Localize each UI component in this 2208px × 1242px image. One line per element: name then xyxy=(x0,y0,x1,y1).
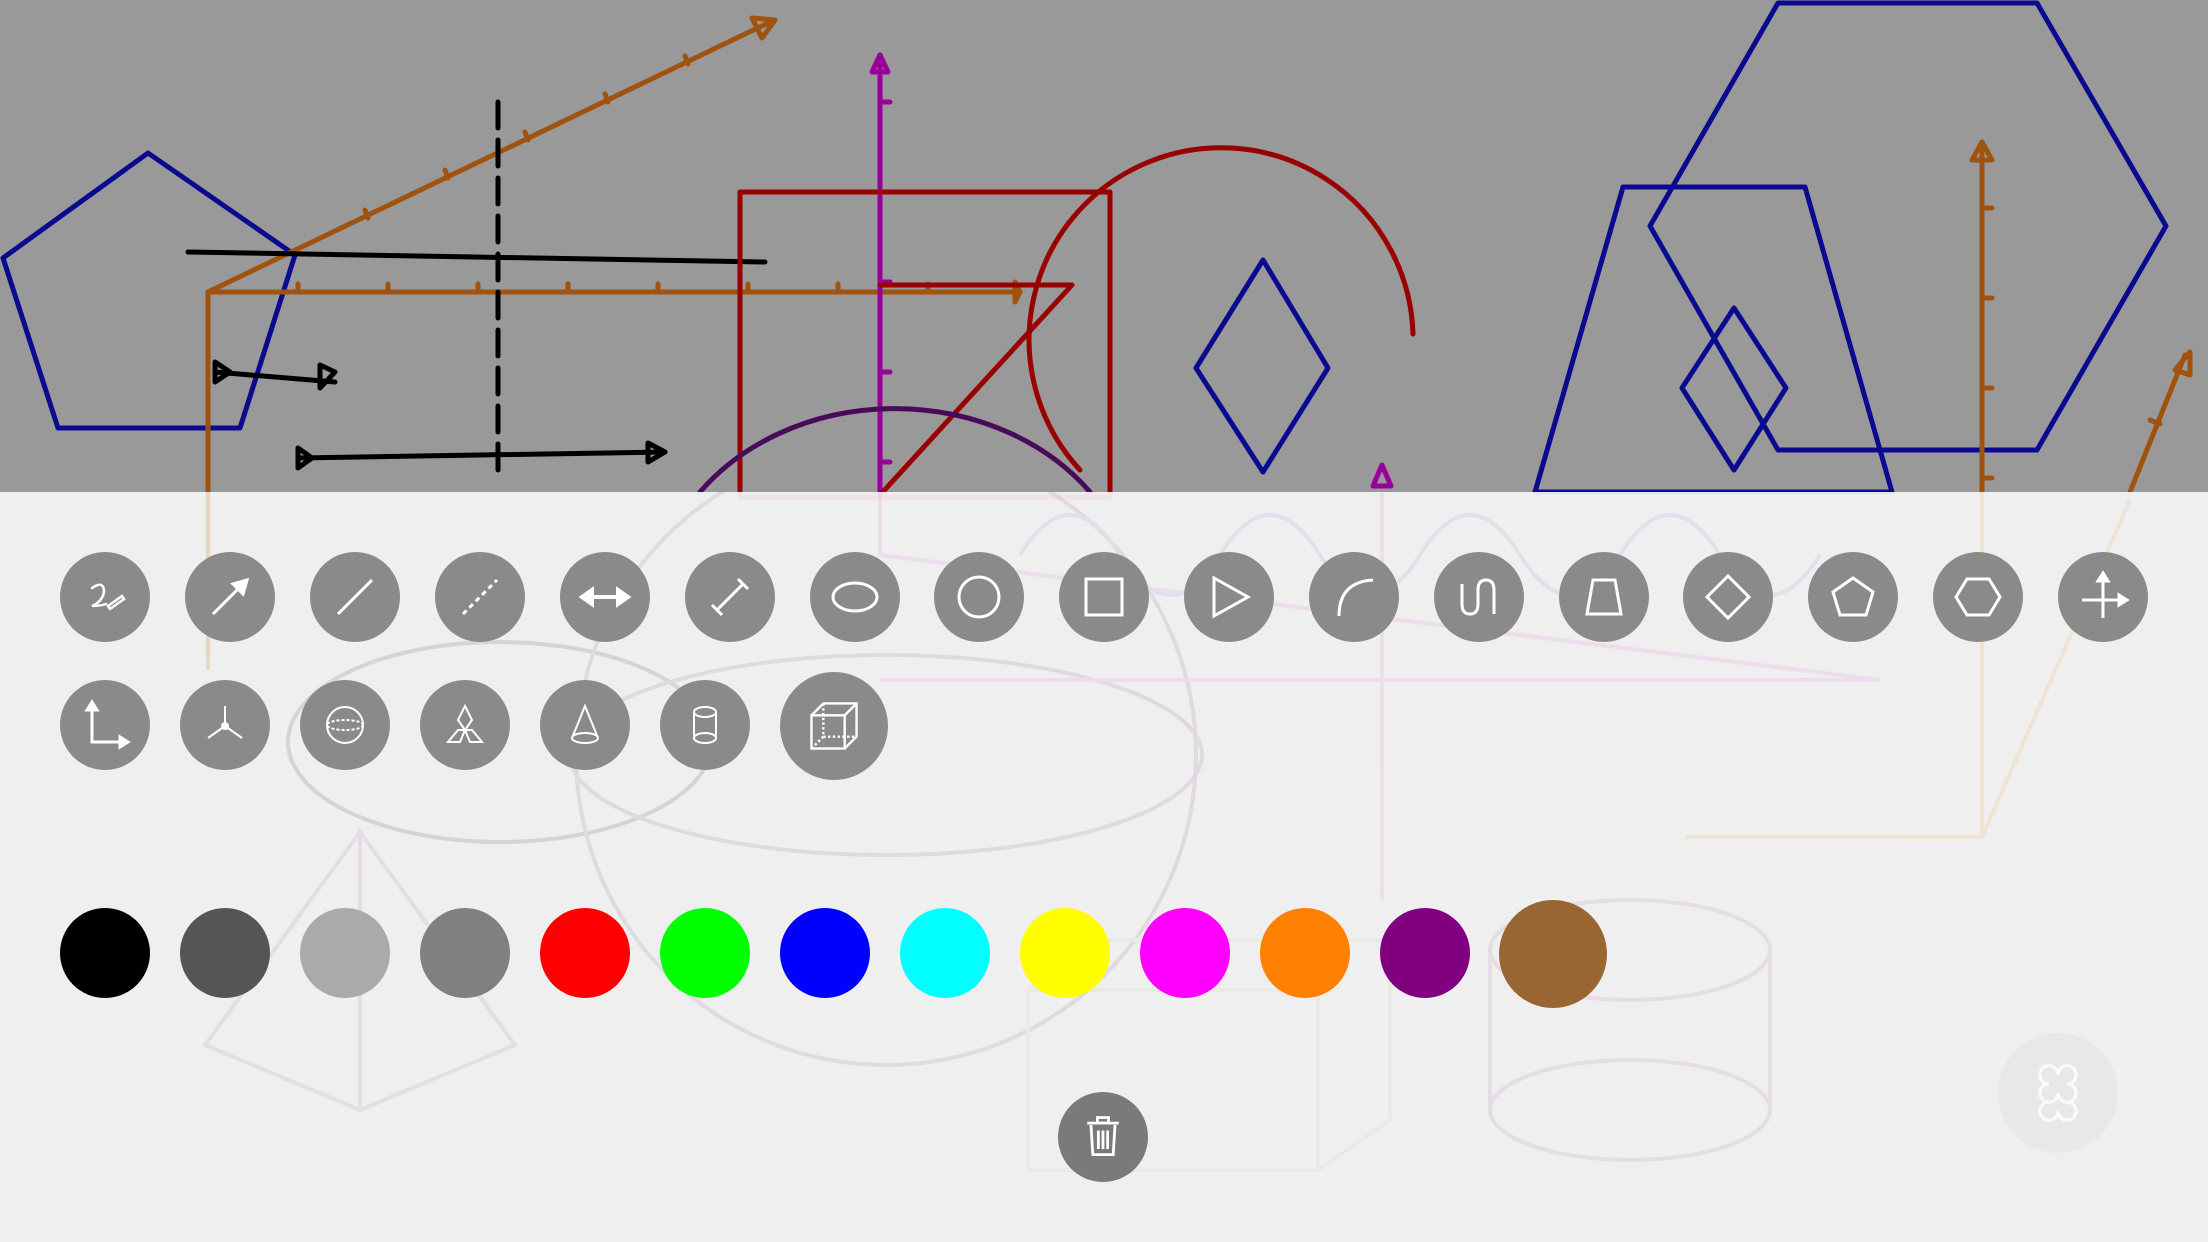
cube-tool[interactable] xyxy=(780,672,888,780)
hexagon-tool[interactable] xyxy=(1933,552,2023,642)
color-swatch[interactable] xyxy=(780,908,870,998)
wave-icon xyxy=(1460,578,1496,616)
prism-icon xyxy=(445,703,485,743)
trapezoid-icon xyxy=(1585,578,1623,616)
color-swatch[interactable] xyxy=(1499,900,1607,1008)
circle-icon xyxy=(957,575,1001,619)
cube-icon xyxy=(810,702,858,750)
color-swatch[interactable] xyxy=(300,908,390,998)
color-swatch[interactable] xyxy=(1260,908,1350,998)
freehand-tool[interactable] xyxy=(60,552,150,642)
double-arrow-icon xyxy=(578,586,632,608)
triangle-tool[interactable] xyxy=(1184,552,1274,642)
color-swatch[interactable] xyxy=(420,908,510,998)
square-tool[interactable] xyxy=(1059,552,1149,642)
dashed-line-tool[interactable] xyxy=(435,552,525,642)
rhombus-tool[interactable] xyxy=(1683,552,1773,642)
coordinate-axes-tool[interactable] xyxy=(60,680,150,770)
color-swatch[interactable] xyxy=(1020,908,1110,998)
arrow-icon xyxy=(211,577,250,616)
triangle-icon xyxy=(1212,575,1252,619)
hexagon-icon xyxy=(1954,577,2002,617)
arc-icon xyxy=(1337,578,1374,617)
arrow-tool[interactable] xyxy=(185,552,275,642)
color-swatch[interactable] xyxy=(900,908,990,998)
cone-tool[interactable] xyxy=(540,680,630,770)
clear-button[interactable] xyxy=(1058,1092,1148,1182)
arc-shape xyxy=(1026,145,1416,473)
axes-3d-tool[interactable] xyxy=(180,680,270,770)
ellipse-tool[interactable] xyxy=(810,552,900,642)
rectangle-shape xyxy=(737,189,1113,500)
pentagon-tool[interactable] xyxy=(1808,552,1898,642)
color-swatch[interactable] xyxy=(180,908,270,998)
dashed-line-icon xyxy=(461,578,499,616)
color-swatch[interactable] xyxy=(1380,908,1470,998)
circle-tool[interactable] xyxy=(934,552,1024,642)
wave-tool[interactable] xyxy=(1434,552,1524,642)
trapezoid-tool[interactable] xyxy=(1559,552,1649,642)
segment-icon xyxy=(710,577,750,617)
sphere-tool[interactable] xyxy=(300,680,390,770)
double-arrow-tool[interactable] xyxy=(560,552,650,642)
arc-tool[interactable] xyxy=(1309,552,1399,642)
square-icon xyxy=(1084,577,1124,617)
line-tool[interactable] xyxy=(310,552,400,642)
rhombus-icon xyxy=(1704,573,1752,621)
prism-tool[interactable] xyxy=(420,680,510,770)
color-swatch[interactable] xyxy=(540,908,630,998)
color-swatch[interactable] xyxy=(60,908,150,998)
trash-icon xyxy=(1087,1116,1119,1156)
cylinder-icon xyxy=(693,706,717,744)
menu-button[interactable] xyxy=(1998,1033,2118,1153)
line-icon xyxy=(336,578,374,616)
ellipse-icon xyxy=(831,581,879,613)
axes-3d-icon xyxy=(207,706,243,739)
segment-tool[interactable] xyxy=(685,552,775,642)
pentagon-icon xyxy=(1831,576,1875,617)
cross-axes-icon xyxy=(2082,570,2130,618)
clover-menu-icon xyxy=(2038,1064,2078,1122)
cone-icon xyxy=(571,703,599,744)
cylinder-tool[interactable] xyxy=(660,680,750,770)
axes-2d-tool[interactable] xyxy=(2058,552,2148,642)
sphere-icon xyxy=(326,706,364,744)
color-swatch[interactable] xyxy=(1140,908,1230,998)
hexagon-shape xyxy=(1647,0,2169,453)
freehand-icon xyxy=(90,583,126,611)
coordinate-axes-icon xyxy=(84,699,131,750)
color-swatch[interactable] xyxy=(660,908,750,998)
